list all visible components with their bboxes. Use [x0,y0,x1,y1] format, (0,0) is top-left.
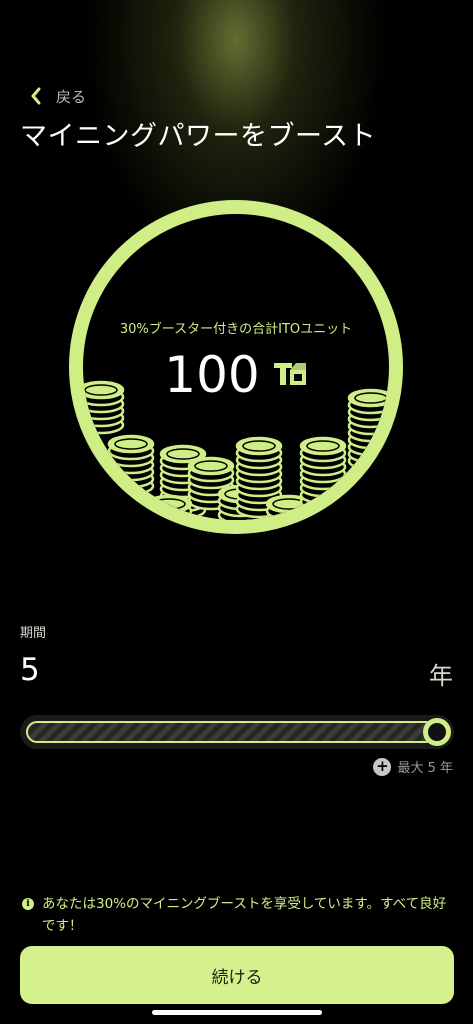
total-units-row: 100 [69,350,403,400]
coin-stack [317,504,365,520]
coin-stack [299,436,347,512]
slider-fill [26,721,437,743]
period-label: 期間 [20,626,47,641]
home-indicator [152,1010,322,1015]
ito-token-icon [272,357,308,393]
back-label: 戻る [56,87,87,106]
boost-summary-ring: 30%ブースター付きの合計ITOユニット 100 [69,200,403,534]
back-button[interactable]: 戻る [30,84,86,108]
chevron-left-icon [30,87,42,105]
info-icon: i [22,898,34,910]
period-value: 5 [20,652,40,688]
total-units-value: 100 [164,346,260,404]
period-unit: 年 [429,662,453,690]
period-slider[interactable] [20,715,454,749]
page-title: マイニングパワーをブースト [20,121,377,152]
coin-stack [107,434,155,496]
max-period-row: + 最大 5 年 [373,757,453,776]
continue-button[interactable]: 続ける [20,946,454,1004]
coin-stack [145,494,193,520]
boost-notice: i あなたは30%のマイニングブーストを享受しています。すべて良好です！ [22,893,452,937]
max-period-label: 最大 5 年 [397,761,453,776]
total-units-caption: 30%ブースター付きの合計ITOユニット [119,322,353,337]
notice-text: あなたは30%のマイニングブーストを享受しています。すべて良好です！ [42,896,447,934]
plus-circle-icon[interactable]: + [373,757,392,776]
slider-thumb[interactable] [423,718,451,746]
coin-stack [347,388,389,471]
